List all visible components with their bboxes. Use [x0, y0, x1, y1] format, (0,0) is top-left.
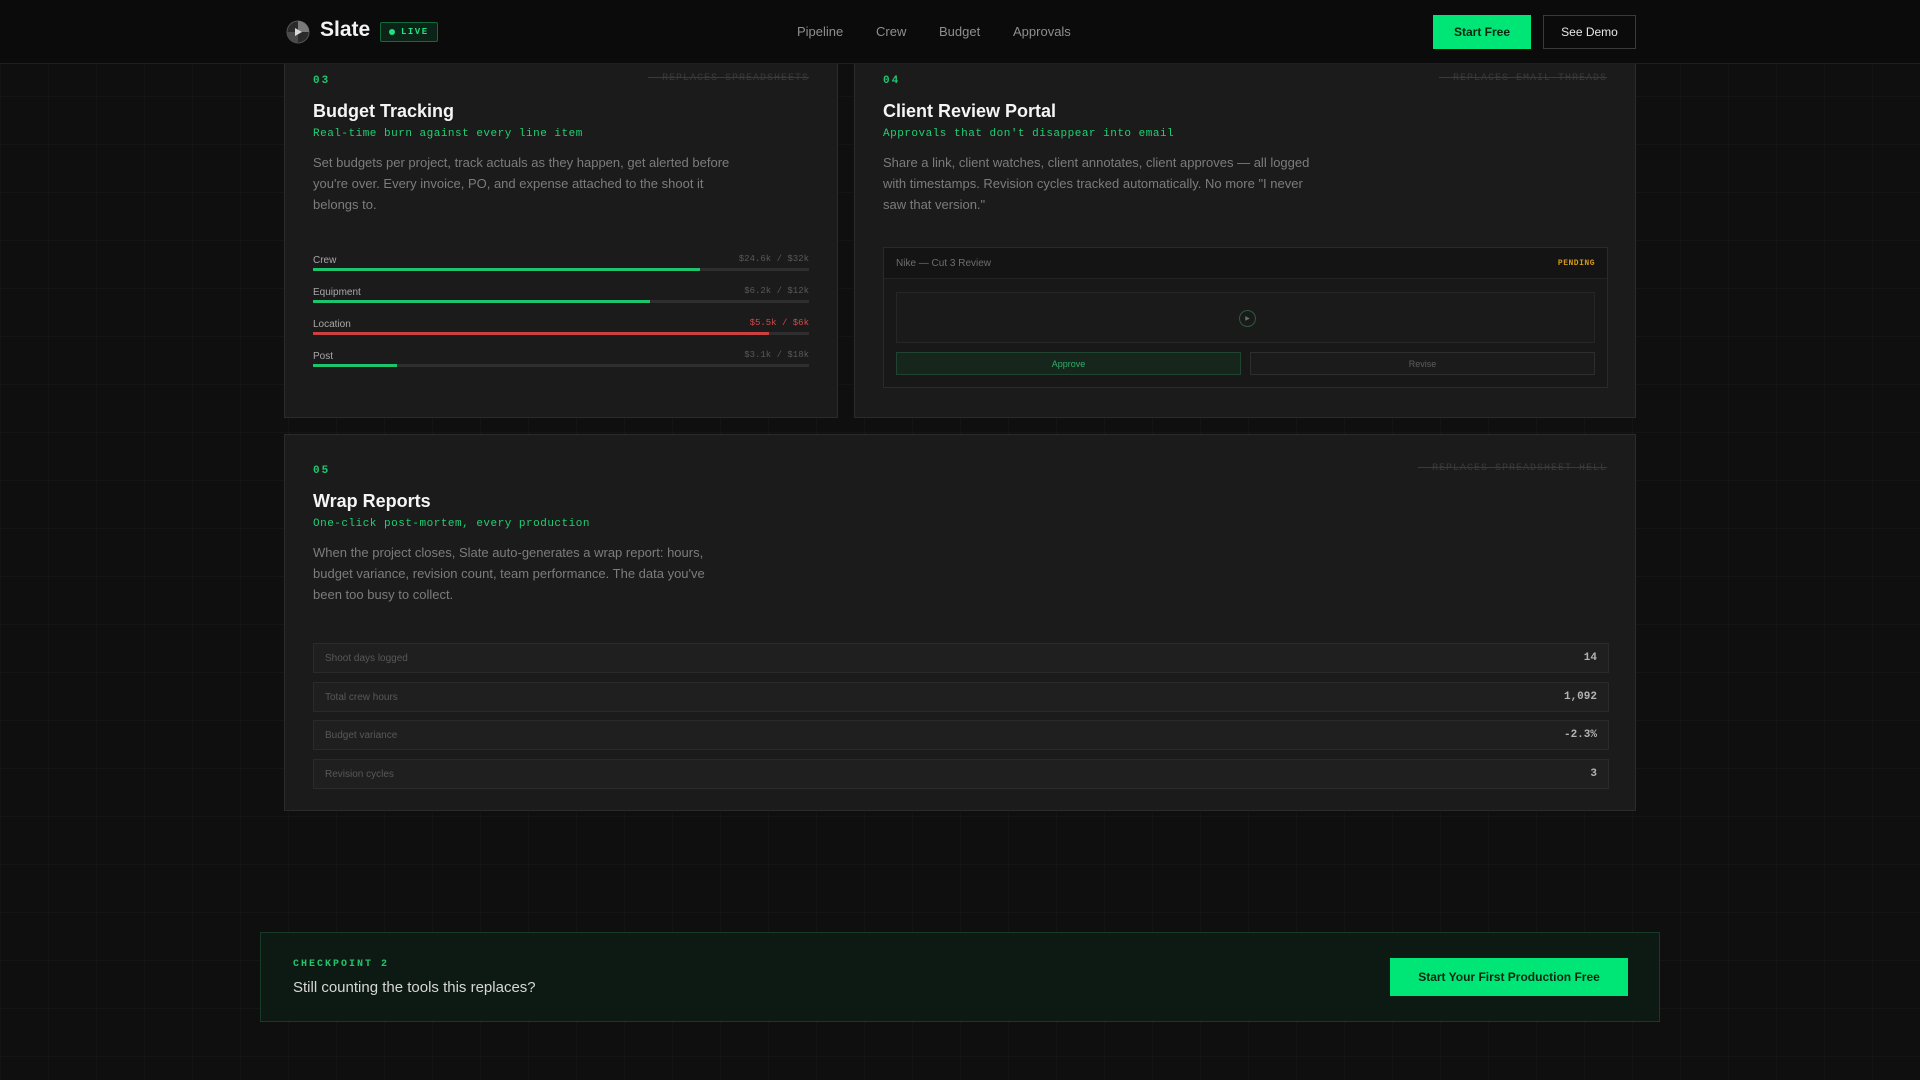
- stat-label: Budget variance: [325, 730, 398, 741]
- review-title: Nike — Cut 3 Review: [896, 258, 992, 269]
- start-free-button[interactable]: Start Free: [1433, 15, 1531, 49]
- card-subtitle: Real-time burn against every line item: [313, 128, 583, 140]
- client-review-card: 04 — REPLACES EMAIL THREADS Client Revie…: [854, 60, 1636, 418]
- card-subtitle: One-click post-mortem, every production: [313, 518, 590, 530]
- card-number: 05: [313, 465, 331, 477]
- card-number: 04: [883, 75, 901, 87]
- card-title: Wrap Reports: [313, 491, 431, 511]
- revise-button[interactable]: Revise: [1250, 352, 1595, 375]
- bar-label: Crew: [313, 255, 337, 266]
- card-description: Share a link, client watches, client ann…: [883, 155, 1310, 212]
- stat-row: Budget variance -2.3%: [313, 720, 1609, 750]
- bar-track: [313, 364, 809, 367]
- stat-value: -2.3%: [1563, 729, 1597, 741]
- nav-item-crew[interactable]: Crew: [876, 24, 906, 39]
- stat-value: 1,092: [1563, 691, 1597, 703]
- budget-bar-row: Crew $24.6k / $32k: [313, 254, 809, 279]
- bar-track: [313, 300, 809, 303]
- checkpoint-label: CHECKPOINT 2: [293, 959, 390, 970]
- replaces-label: — REPLACES SPREADSHEET HELL: [1417, 463, 1607, 474]
- stat-row: Total crew hours 1,092: [313, 682, 1609, 712]
- play-icon[interactable]: ▶: [1239, 310, 1256, 327]
- bar-label: Location: [313, 319, 351, 330]
- nav-item-approvals[interactable]: Approvals: [1013, 24, 1071, 39]
- card-description: Set budgets per project, track actuals a…: [313, 155, 730, 212]
- budget-bar-row: Location $5.5k / $6k: [313, 318, 809, 343]
- card-title: Budget Tracking: [313, 101, 455, 121]
- bar-value: $5.5k / $6k: [749, 318, 809, 328]
- bar-track: [313, 268, 809, 271]
- review-header: Nike — Cut 3 Review PENDING: [884, 248, 1607, 279]
- stat-label: Total crew hours: [325, 692, 398, 703]
- bar-fill: [313, 332, 770, 335]
- replaces-label: — REPLACES EMAIL THREADS: [1438, 73, 1607, 84]
- replaces-label: — REPLACES SPREADSHEETS: [647, 73, 809, 84]
- stat-value: 3: [1590, 768, 1597, 780]
- bar-fill: [313, 300, 651, 303]
- card-number: 03: [313, 75, 331, 87]
- stat-label: Shoot days logged: [325, 653, 408, 664]
- see-demo-button[interactable]: See Demo: [1543, 15, 1636, 49]
- stat-row: Revision cycles 3: [313, 759, 1609, 789]
- bar-value: $6.2k / $12k: [744, 286, 809, 296]
- video-player[interactable]: ▶: [896, 292, 1595, 343]
- review-preview: Nike — Cut 3 Review PENDING ▶ Approve Re…: [883, 247, 1608, 388]
- card-description: When the project closes, Slate auto-gene…: [313, 545, 705, 602]
- bar-fill: [313, 268, 700, 271]
- budget-bar-row: Post $3.1k / $18k: [313, 350, 809, 375]
- approve-button[interactable]: Approve: [896, 352, 1241, 375]
- wrap-reports-card: 05 — REPLACES SPREADSHEET HELL Wrap Repo…: [284, 434, 1636, 811]
- card-title: Client Review Portal: [883, 101, 1057, 121]
- nav-item-pipeline[interactable]: Pipeline: [797, 24, 843, 39]
- bar-label: Post: [313, 351, 334, 362]
- nav-item-budget[interactable]: Budget: [939, 24, 980, 39]
- start-first-production-button[interactable]: Start Your First Production Free: [1390, 958, 1628, 996]
- stat-label: Revision cycles: [325, 769, 394, 780]
- top-nav-bar: Slate LIVE Pipeline Crew Budget Approval…: [0, 0, 1920, 64]
- bar-value: $3.1k / $18k: [744, 350, 809, 360]
- bar-label: Equipment: [313, 287, 361, 298]
- budget-tracking-card: 03 — REPLACES SPREADSHEETS Budget Tracki…: [284, 60, 838, 418]
- card-subtitle: Approvals that don't disappear into emai…: [883, 128, 1175, 140]
- bar-value: $24.6k / $32k: [738, 254, 809, 264]
- bar-fill: [313, 364, 398, 367]
- status-badge: PENDING: [1557, 259, 1595, 268]
- stat-value: 14: [1583, 652, 1597, 664]
- stat-row: Shoot days logged 14: [313, 643, 1609, 673]
- checkpoint-text: Still counting the tools this replaces?: [293, 979, 536, 996]
- checkpoint-banner: CHECKPOINT 2 Still counting the tools th…: [260, 932, 1660, 1022]
- budget-bar-row: Equipment $6.2k / $12k: [313, 286, 809, 311]
- bar-track: [313, 332, 809, 335]
